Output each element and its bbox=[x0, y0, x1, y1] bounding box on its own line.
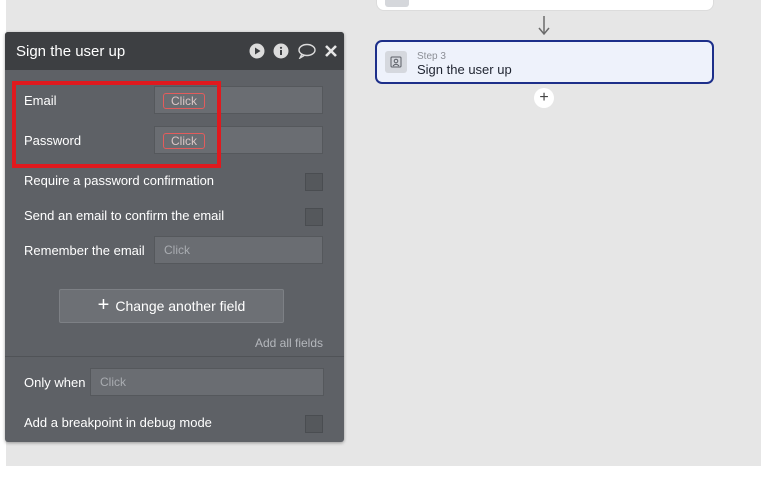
arrow-down-icon bbox=[538, 16, 550, 36]
canvas-bottom-strip bbox=[0, 466, 761, 493]
remember-email-label: Remember the email bbox=[24, 243, 145, 258]
close-icon[interactable] bbox=[323, 43, 339, 59]
only-when-field[interactable]: Click bbox=[90, 368, 324, 396]
send-confirm-email-label: Send an email to confirm the email bbox=[24, 208, 225, 223]
step-number: Step 3 bbox=[417, 51, 446, 62]
step-action-icon bbox=[385, 0, 409, 7]
email-label: Email bbox=[24, 93, 57, 108]
send-confirm-email-checkbox[interactable] bbox=[305, 208, 323, 226]
add-step-button[interactable]: + bbox=[534, 88, 554, 108]
info-icon[interactable] bbox=[273, 43, 289, 59]
password-field[interactable]: Click bbox=[154, 126, 323, 154]
add-all-fields-link[interactable]: Add all fields bbox=[255, 336, 323, 350]
section-divider bbox=[5, 356, 344, 357]
panel-title: Sign the user up bbox=[16, 43, 126, 60]
email-field[interactable]: Click bbox=[154, 86, 323, 114]
comment-icon[interactable] bbox=[297, 43, 317, 59]
remember-email-field[interactable]: Click bbox=[154, 236, 323, 264]
only-when-placeholder: Click bbox=[100, 375, 126, 389]
remember-email-placeholder: Click bbox=[164, 243, 190, 257]
property-editor-panel: Sign the user up Email Click Password Cl… bbox=[5, 32, 344, 442]
debug-breakpoint-label: Add a breakpoint in debug mode bbox=[24, 415, 212, 430]
email-placeholder: Click bbox=[163, 93, 205, 109]
only-when-label: Only when bbox=[24, 375, 86, 390]
panel-header: Sign the user up bbox=[5, 32, 344, 70]
step-title: Sign the user up bbox=[417, 62, 512, 77]
password-placeholder: Click bbox=[163, 133, 205, 149]
password-label: Password bbox=[24, 133, 82, 148]
require-password-confirmation-label: Require a password confirmation bbox=[24, 173, 215, 188]
require-password-confirmation-checkbox[interactable] bbox=[305, 173, 323, 191]
change-another-field-label: Change another field bbox=[115, 298, 246, 314]
debug-breakpoint-checkbox[interactable] bbox=[305, 415, 323, 433]
step-card-sign-up[interactable]: Step 3 Sign the user up bbox=[375, 40, 714, 84]
plus-icon: + bbox=[97, 294, 110, 316]
play-icon[interactable] bbox=[249, 43, 265, 59]
previous-step-card[interactable] bbox=[376, 0, 714, 11]
change-another-field-button[interactable]: + Change another field bbox=[59, 289, 284, 323]
account-icon bbox=[385, 51, 407, 73]
